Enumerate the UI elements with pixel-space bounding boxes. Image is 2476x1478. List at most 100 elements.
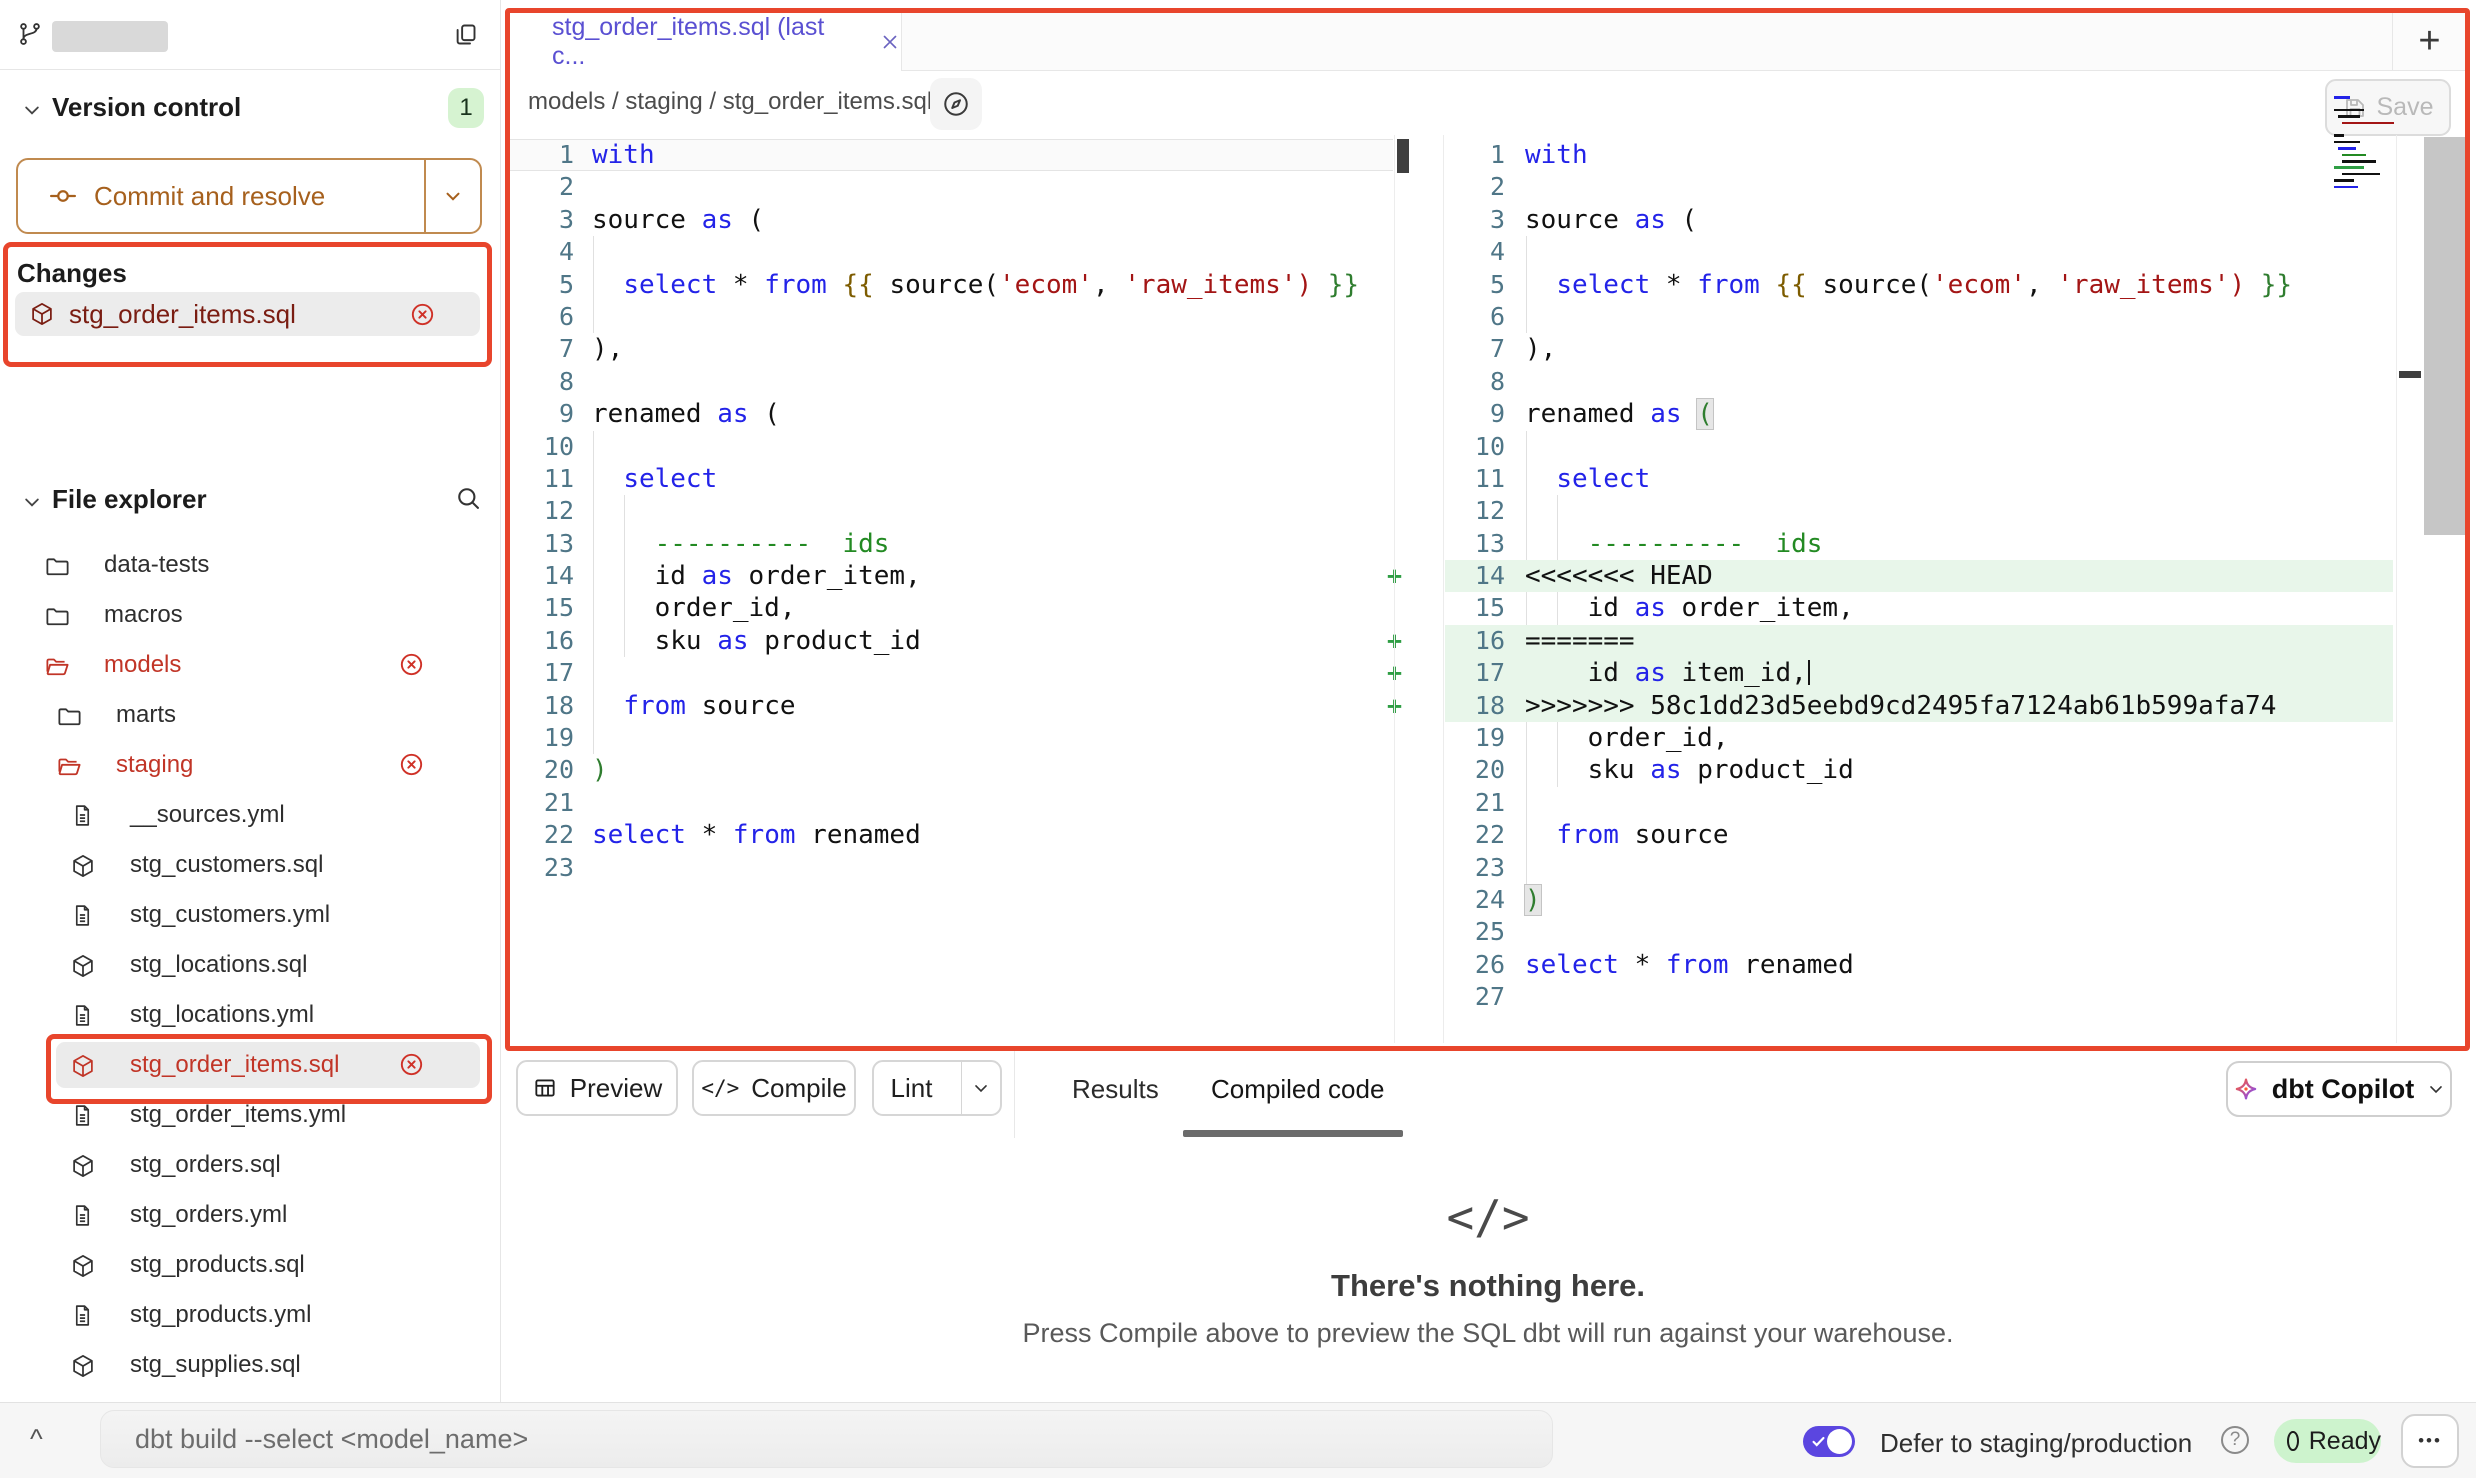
code-line[interactable]: 17 [510, 657, 1393, 689]
preview-button[interactable]: Preview [516, 1060, 678, 1116]
code-line[interactable]: 23 [1445, 852, 2393, 884]
code-line[interactable]: 11 select [1445, 463, 2393, 495]
compile-button[interactable]: </> Compile [692, 1060, 856, 1116]
code-line[interactable]: +14<<<<<<< HEAD [1445, 560, 2393, 592]
code-line[interactable]: 11 select [510, 463, 1393, 495]
minimap[interactable] [2334, 96, 2394, 196]
code-line[interactable]: 22 from source [1445, 819, 2393, 851]
code-line[interactable]: 4 [510, 236, 1393, 268]
version-control-collapse-icon[interactable] [22, 100, 42, 120]
code-line[interactable]: 12 [510, 495, 1393, 527]
change-x-icon[interactable] [398, 651, 425, 678]
code-line[interactable]: 1with [510, 139, 1393, 171]
code-line[interactable]: 18 from source [510, 690, 1393, 722]
discard-change-icon[interactable] [409, 301, 436, 328]
code-line[interactable]: 24) [1445, 884, 2393, 916]
code-line[interactable]: 8 [1445, 366, 2393, 398]
tree-item[interactable]: stg_locations.sql [0, 940, 500, 990]
code-line[interactable]: 7), [1445, 333, 2393, 365]
code-line[interactable]: +16======= [1445, 625, 2393, 657]
code-line[interactable]: 9renamed as ( [510, 398, 1393, 430]
code-line[interactable]: 7), [510, 333, 1393, 365]
tree-item[interactable]: stg_customers.yml [0, 890, 500, 940]
tree-item[interactable]: marts [0, 690, 500, 740]
change-x-icon[interactable] [398, 1051, 425, 1078]
minimap-slider[interactable] [2424, 137, 2470, 535]
search-icon[interactable] [454, 484, 482, 512]
tree-item[interactable]: staging [0, 740, 500, 790]
code-line[interactable]: 13 ---------- ids [510, 528, 1393, 560]
tab-stg-order-items[interactable]: stg_order_items.sql (last c... [510, 13, 902, 71]
defer-toggle[interactable] [1803, 1426, 1855, 1457]
copy-icon[interactable] [452, 21, 479, 48]
code-line[interactable]: +18>>>>>>> 58c1dd23d5eebd9cd2495fa7124ab… [1445, 690, 2393, 722]
code-line[interactable]: 25 [1445, 916, 2393, 948]
code-line[interactable]: +17 id as item_id, [1445, 657, 2393, 689]
help-icon[interactable]: ? [2221, 1426, 2249, 1454]
lineage-icon[interactable] [930, 78, 982, 130]
code-line[interactable]: 16 sku as product_id [510, 625, 1393, 657]
code-line[interactable]: 27 [1445, 981, 2393, 1013]
code-line[interactable]: 10 [510, 431, 1393, 463]
commit-and-resolve-button[interactable]: Commit and resolve [16, 158, 482, 234]
code-line[interactable]: 5 select * from {{ source('ecom', 'raw_i… [510, 269, 1393, 301]
code-line[interactable]: 10 [1445, 431, 2393, 463]
code-line[interactable]: 2 [510, 171, 1393, 203]
code-line[interactable]: 3source as ( [1445, 204, 2393, 236]
code-line[interactable]: 13 ---------- ids [1445, 528, 2393, 560]
dbt-copilot-button[interactable]: dbt Copilot [2226, 1061, 2452, 1117]
code-line[interactable]: 20) [510, 754, 1393, 786]
tree-item[interactable]: __sources.yml [0, 790, 500, 840]
tree-item[interactable]: stg_customers.sql [0, 840, 500, 890]
code-line[interactable]: 9renamed as ( [1445, 398, 2393, 430]
line-number: 27 [1445, 981, 1513, 1013]
collapse-panel-icon[interactable]: ^ [30, 1424, 43, 1455]
code-line[interactable]: 20 sku as product_id [1445, 754, 2393, 786]
code-line[interactable]: 26select * from renamed [1445, 949, 2393, 981]
code-line[interactable]: 22select * from renamed [510, 819, 1393, 851]
tree-item[interactable]: models [0, 640, 500, 690]
code-line[interactable]: 5 select * from {{ source('ecom', 'raw_i… [1445, 269, 2393, 301]
file-explorer-collapse-icon[interactable] [22, 492, 42, 512]
version-control-title: Version control [52, 92, 241, 123]
code-line[interactable]: 8 [510, 366, 1393, 398]
code-line[interactable]: 15 order_id, [510, 592, 1393, 624]
new-tab-button[interactable]: + [2392, 13, 2466, 70]
tree-item[interactable]: macros [0, 590, 500, 640]
code-line[interactable]: 12 [1445, 495, 2393, 527]
change-x-icon[interactable] [398, 751, 425, 778]
code-line[interactable]: 21 [510, 787, 1393, 819]
tree-item[interactable]: data-tests [0, 540, 500, 590]
code-line[interactable]: 19 order_id, [1445, 722, 2393, 754]
code-line[interactable]: 6 [510, 301, 1393, 333]
code-line[interactable]: 14 id as order_item, [510, 560, 1393, 592]
tab-close-icon[interactable] [879, 31, 901, 53]
tree-item-label: stg_orders.sql [130, 1151, 281, 1179]
code-editor-right-pane[interactable]: 1with23source as (45 select * from {{ so… [1445, 139, 2393, 1014]
changed-file-item[interactable]: stg_order_items.sql [15, 292, 480, 336]
code-line[interactable]: 2 [1445, 171, 2393, 203]
tab-results[interactable]: Results [1072, 1074, 1159, 1105]
code-line[interactable]: 21 [1445, 787, 2393, 819]
more-options-button[interactable]: ••• [2401, 1414, 2459, 1468]
tree-item[interactable]: stg_locations.yml [0, 990, 500, 1040]
code-line[interactable]: 1with [1445, 139, 2393, 171]
code-line[interactable]: 3source as ( [510, 204, 1393, 236]
command-input[interactable]: dbt build --select <model_name> [100, 1410, 1553, 1468]
code-line[interactable]: 4 [1445, 236, 2393, 268]
right-pane-scrollbar[interactable] [2399, 371, 2421, 378]
lint-button[interactable]: Lint [872, 1060, 1002, 1116]
line-number: 8 [510, 366, 582, 398]
code-line[interactable]: 19 [510, 722, 1393, 754]
tree-item[interactable]: stg_order_items.yml [0, 1090, 500, 1140]
code-editor-left-pane[interactable]: 1with23source as (45 select * from {{ so… [510, 139, 1393, 884]
lint-dropdown-button[interactable] [961, 1062, 1000, 1114]
code-line[interactable]: 15 id as order_item, [1445, 592, 2393, 624]
commit-dropdown-button[interactable] [424, 160, 480, 232]
left-pane-scrollbar[interactable] [1397, 139, 1409, 173]
code-line[interactable]: 23 [510, 852, 1393, 884]
tree-item[interactable]: stg_order_items.sql [0, 1040, 500, 1090]
tree-item[interactable]: stg_orders.sql [0, 1140, 500, 1190]
tab-compiled-code[interactable]: Compiled code [1211, 1074, 1384, 1105]
code-line[interactable]: 6 [1445, 301, 2393, 333]
